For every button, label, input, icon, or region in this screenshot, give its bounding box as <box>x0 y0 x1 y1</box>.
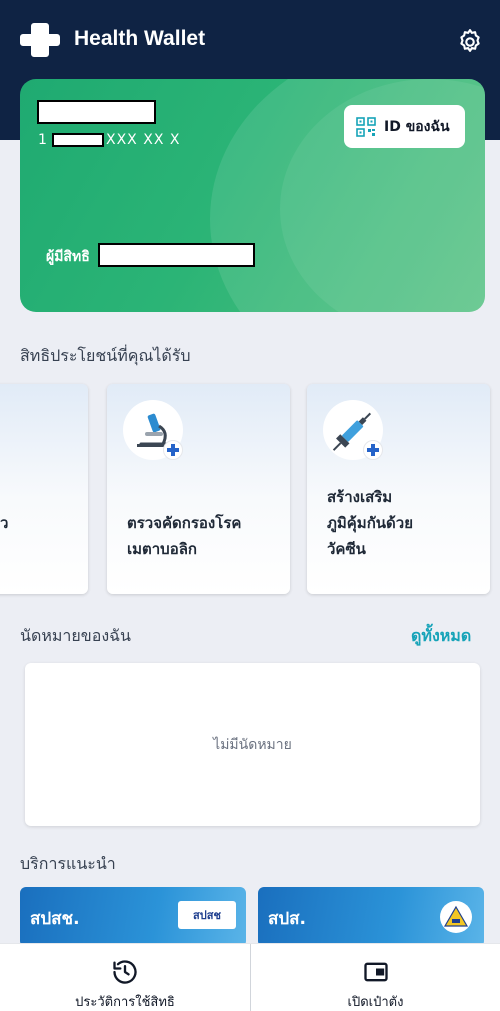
nav-open-wallet-label: เปิดเป๋าตัง <box>347 995 404 1010</box>
service-title: สปสช. <box>30 909 80 929</box>
holder-label: ผู้มีสิทธิ <box>46 249 90 265</box>
nhso-logo-text: สปสช <box>193 909 221 922</box>
nav-usage-history[interactable]: ประวัติการใช้สิทธิ <box>0 944 250 1011</box>
app-title: Health Wallet <box>74 27 206 50</box>
service-card-sso[interactable]: สปส. <box>258 887 484 947</box>
bottom-nav: ประวัติการใช้สิทธิ เปิดเป๋าตัง <box>0 943 500 1011</box>
my-id-button-label: ID ของฉัน <box>384 118 450 135</box>
benefit-label: ตรวจคัดกรองโรค เมตาบอลิก <box>127 514 242 558</box>
appointments-panel: ไม่มีนัดหมาย <box>25 663 480 826</box>
services-section-title: บริการแนะนำ <box>20 854 116 873</box>
health-plus-badge-icon <box>167 444 179 456</box>
appointments-section-title: นัดหมายของฉัน <box>20 626 131 645</box>
redacted-number <box>52 133 104 147</box>
card-number-prefix: 1 <box>38 132 47 148</box>
health-plus-logo-icon <box>20 23 60 57</box>
history-icon <box>113 960 137 984</box>
see-all-appointments-link[interactable]: ดูทั้งหมด <box>411 624 471 649</box>
benefit-card-vaccine[interactable]: สร้างเสริม ภูมิคุ้มกันด้วย วัคซีน <box>307 384 490 594</box>
service-card-nhso[interactable]: สปสช. สปสช <box>20 887 246 947</box>
nav-usage-history-label: ประวัติการใช้สิทธิ <box>75 995 175 1010</box>
nhso-logo: สปสช <box>178 901 236 929</box>
benefit-label: ว <box>0 514 9 532</box>
benefit-card-metabolic-screening[interactable]: ตรวจคัดกรองโรค เมตาบอลิก <box>107 384 290 594</box>
sso-logo-icon <box>443 905 469 927</box>
health-card[interactable]: 1 XXX XX X ID ของฉัน ผู้มีสิทธิ <box>20 79 485 312</box>
service-title: สปส. <box>268 909 307 929</box>
benefit-card-partial[interactable]: ว <box>0 384 88 594</box>
my-id-button[interactable]: ID ของฉัน <box>344 105 465 148</box>
redacted-name <box>37 100 156 124</box>
benefit-badge <box>363 440 383 460</box>
gear-icon <box>460 29 480 52</box>
benefit-label: สร้างเสริม ภูมิคุ้มกันด้วย วัคซีน <box>327 488 413 558</box>
redacted-holder-name <box>98 243 255 267</box>
qr-code-icon <box>356 116 376 137</box>
benefits-section-title: สิทธิประโยชน์ที่คุณได้รับ <box>20 346 191 365</box>
wallet-icon <box>363 962 388 982</box>
nav-open-wallet[interactable]: เปิดเป๋าตัง <box>250 944 500 1011</box>
health-plus-badge-icon <box>367 444 379 456</box>
settings-button[interactable] <box>452 24 488 60</box>
card-number-mask: XXX XX X <box>106 132 181 148</box>
sso-logo <box>440 901 472 933</box>
no-appointments-text: ไม่มีนัดหมาย <box>213 736 292 753</box>
benefit-badge <box>163 440 183 460</box>
